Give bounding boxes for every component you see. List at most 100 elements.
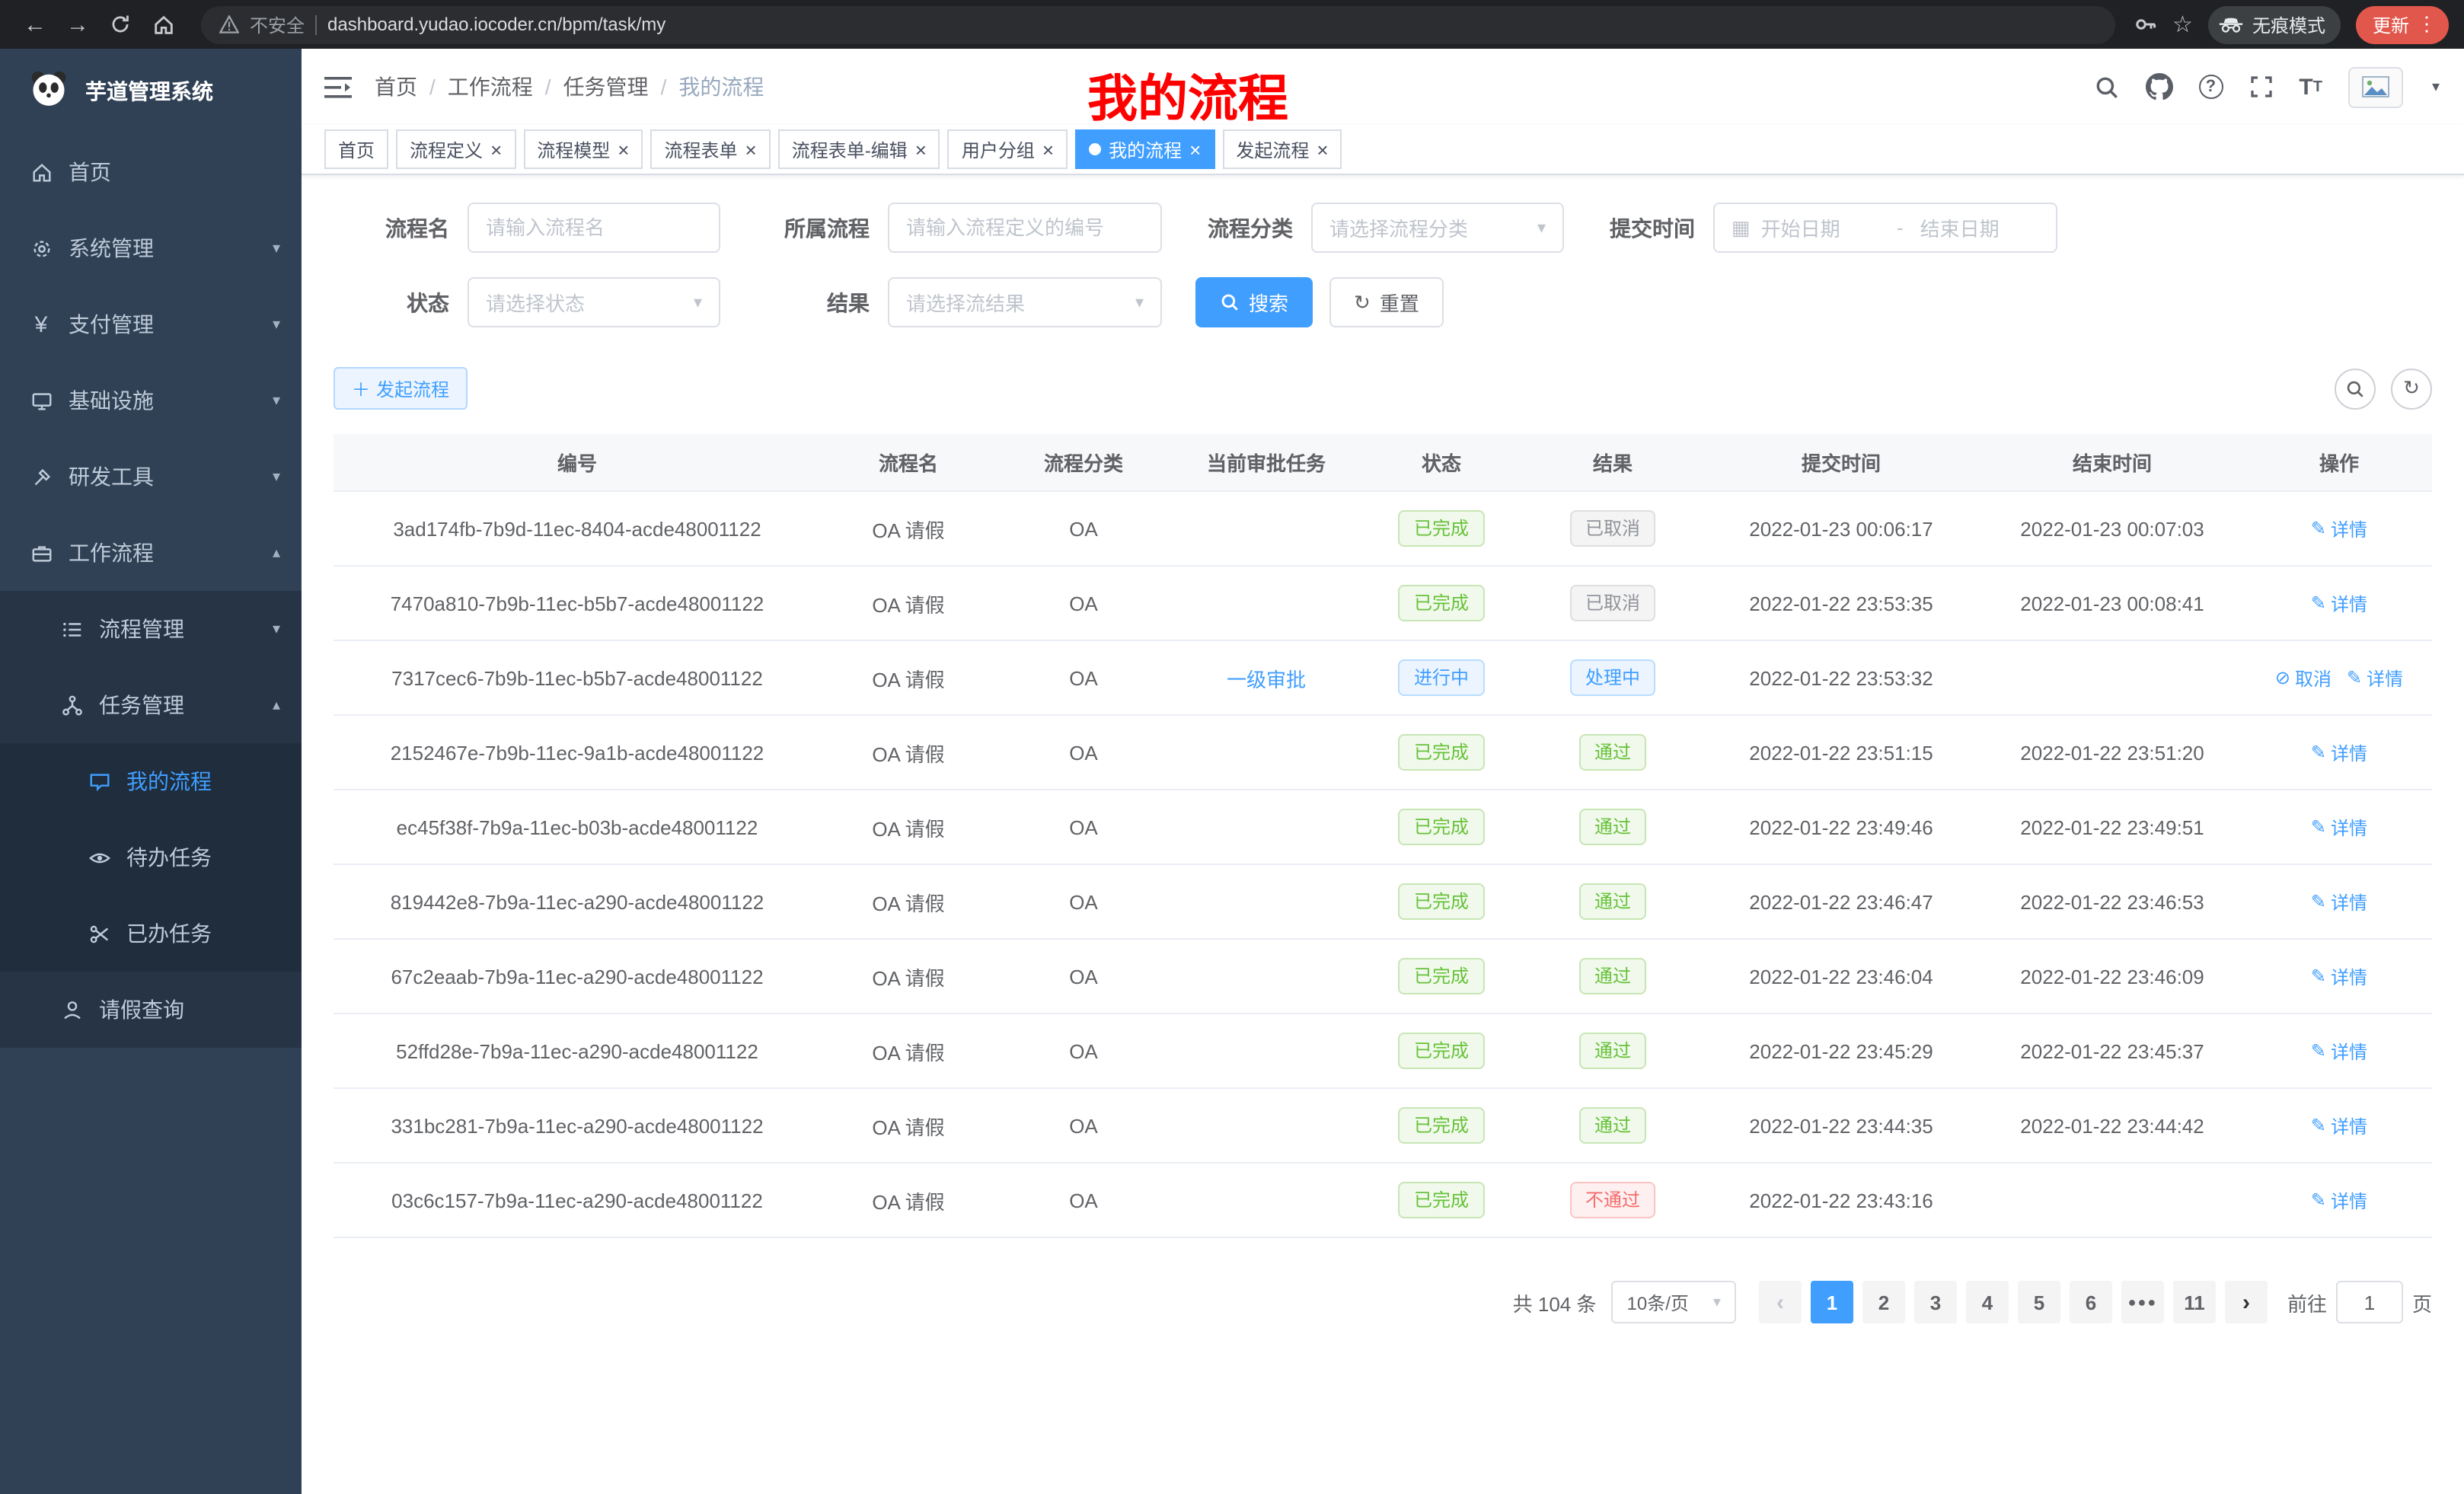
chat-icon bbox=[87, 769, 111, 793]
pager-page-11[interactable]: 11 bbox=[2173, 1281, 2216, 1323]
sidebar-item-done-tasks[interactable]: 已办任务 bbox=[0, 895, 302, 972]
sidebar-item-process-mgmt[interactable]: 流程管理 ▾ bbox=[0, 591, 302, 667]
fullscreen-icon[interactable] bbox=[2249, 75, 2273, 99]
app-logo[interactable]: 芋道管理系统 bbox=[0, 49, 302, 134]
create-process-button[interactable]: ＋ 发起流程 bbox=[334, 367, 468, 410]
tab[interactable]: 发起流程 × bbox=[1222, 129, 1342, 169]
forward-button[interactable]: → bbox=[58, 5, 97, 44]
row-result: 不通过 bbox=[1521, 1164, 1704, 1237]
pager-page-1[interactable]: 1 bbox=[1811, 1281, 1853, 1323]
tab-close-icon[interactable]: × bbox=[1042, 139, 1054, 159]
process-definition-input[interactable] bbox=[888, 203, 1162, 253]
goto-page-input[interactable] bbox=[2336, 1281, 2403, 1323]
prev-page-button[interactable]: ‹ bbox=[1759, 1281, 1802, 1323]
current-task-link[interactable]: 一级审批 bbox=[1227, 663, 1306, 692]
chevron-up-icon: ▴ bbox=[273, 544, 280, 561]
url-text[interactable]: dashboard.yudao.iocoder.cn/bpm/task/my bbox=[327, 14, 665, 35]
status-tag: 已完成 bbox=[1399, 1033, 1484, 1069]
security-label[interactable]: 不安全 bbox=[250, 11, 305, 37]
bookmark-star-icon[interactable]: ☆ bbox=[2172, 11, 2193, 38]
submit-time-range-picker[interactable]: ▦ 开始日期 - 结束日期 bbox=[1713, 203, 2057, 253]
help-icon[interactable]: ? bbox=[2198, 75, 2223, 99]
tab-close-icon[interactable]: × bbox=[1189, 139, 1201, 159]
sidebar-toggle-icon[interactable] bbox=[302, 75, 375, 98]
tab-close-icon[interactable]: × bbox=[915, 139, 927, 159]
app-title: 芋道管理系统 bbox=[85, 76, 213, 107]
tab[interactable]: 流程表单-编辑 × bbox=[778, 129, 940, 169]
sidebar-item-workflow[interactable]: 工作流程 ▴ bbox=[0, 515, 302, 591]
update-button[interactable]: 更新 ⋮ bbox=[2356, 5, 2449, 43]
page-size-select[interactable]: 10条/页 ▾ bbox=[1612, 1281, 1736, 1323]
reset-button[interactable]: ↻ 重置 bbox=[1329, 277, 1444, 327]
tab[interactable]: 首页 bbox=[324, 129, 388, 169]
sidebar-item-my-process[interactable]: 我的流程 bbox=[0, 743, 302, 819]
reload-button[interactable] bbox=[101, 5, 140, 44]
breadcrumb-home[interactable]: 首页 bbox=[375, 72, 417, 102]
detail-action-link[interactable]: ✎详情 bbox=[2311, 739, 2367, 765]
sidebar-item-infra[interactable]: 基础设施 ▾ bbox=[0, 362, 302, 439]
tab[interactable]: 我的流程 × bbox=[1075, 129, 1214, 169]
pager-page-5[interactable]: 5 bbox=[2018, 1281, 2060, 1323]
scissors-icon bbox=[87, 921, 111, 946]
tab[interactable]: 流程模型 × bbox=[523, 129, 643, 169]
tab[interactable]: 流程表单 × bbox=[650, 129, 770, 169]
row-submit-time: 2022-01-22 23:45:29 bbox=[1704, 1014, 1978, 1087]
detail-action-link[interactable]: ✎详情 bbox=[2311, 516, 2367, 541]
sidebar-item-leave-query[interactable]: 请假查询 bbox=[0, 972, 302, 1048]
detail-action-link[interactable]: ✎详情 bbox=[2311, 1187, 2367, 1213]
chevron-down-icon: ▾ bbox=[273, 468, 280, 485]
detail-action-link[interactable]: ✎详情 bbox=[2311, 814, 2367, 840]
breadcrumb-workflow[interactable]: 工作流程 bbox=[448, 72, 533, 102]
tab-close-icon[interactable]: × bbox=[490, 139, 502, 159]
detail-action-link[interactable]: ✎详情 bbox=[2311, 963, 2367, 989]
toggle-search-button[interactable] bbox=[2335, 368, 2376, 409]
result-select[interactable]: 请选择流结果 ▾ bbox=[888, 277, 1162, 327]
sidebar-item-devtools[interactable]: 研发工具 ▾ bbox=[0, 439, 302, 515]
cancel-action-link[interactable]: ⊘取消 bbox=[2275, 665, 2332, 691]
pager-page-2[interactable]: 2 bbox=[1862, 1281, 1905, 1323]
detail-action-link[interactable]: ✎详情 bbox=[2311, 1113, 2367, 1138]
breadcrumb-task-mgmt[interactable]: 任务管理 bbox=[563, 72, 649, 102]
next-page-button[interactable]: › bbox=[2225, 1281, 2268, 1323]
refresh-icon: ↻ bbox=[1354, 290, 1371, 314]
monitor-icon bbox=[29, 388, 53, 413]
user-menu-caret-icon[interactable]: ▾ bbox=[2432, 78, 2440, 95]
menu-kebab-icon[interactable]: ⋮ bbox=[2417, 12, 2437, 37]
tab[interactable]: 用户分组 × bbox=[948, 129, 1068, 169]
detail-action-link[interactable]: ✎详情 bbox=[2311, 590, 2367, 616]
github-icon[interactable] bbox=[2145, 73, 2172, 101]
edit-icon: ✎ bbox=[2311, 1189, 2326, 1211]
search-button[interactable]: 搜索 bbox=[1195, 277, 1313, 327]
sidebar-item-system[interactable]: 系统管理 ▾ bbox=[0, 210, 302, 286]
tab-close-icon[interactable]: × bbox=[745, 139, 757, 159]
pager-page-4[interactable]: 4 bbox=[1966, 1281, 2009, 1323]
pager-more[interactable]: ●●● bbox=[2121, 1281, 2164, 1323]
pager-page-6[interactable]: 6 bbox=[2070, 1281, 2112, 1323]
url-bar[interactable]: 不安全 dashboard.yudao.iocoder.cn/bpm/task/… bbox=[201, 5, 2115, 43]
home-button[interactable] bbox=[143, 5, 183, 44]
row-result: 处理中 bbox=[1521, 641, 1704, 714]
result-tag: 不通过 bbox=[1570, 1182, 1655, 1218]
detail-action-link[interactable]: ✎详情 bbox=[2311, 889, 2367, 915]
detail-action-link[interactable]: ✎详情 bbox=[2311, 1038, 2367, 1064]
tab[interactable]: 流程定义 × bbox=[396, 129, 515, 169]
avatar[interactable] bbox=[2348, 66, 2403, 107]
row-category: OA bbox=[996, 567, 1171, 640]
back-button[interactable]: ← bbox=[15, 5, 55, 44]
sidebar-item-payment[interactable]: ¥ 支付管理 ▾ bbox=[0, 286, 302, 362]
process-name-input[interactable] bbox=[468, 203, 720, 253]
category-select[interactable]: 请选择流程分类 ▾ bbox=[1311, 203, 1564, 253]
refresh-table-button[interactable]: ↻ bbox=[2391, 368, 2432, 409]
font-size-icon[interactable]: TT bbox=[2299, 74, 2322, 100]
tab-close-icon[interactable]: × bbox=[1317, 139, 1328, 159]
sidebar-item-task-mgmt[interactable]: 任务管理 ▴ bbox=[0, 667, 302, 743]
password-key-icon[interactable] bbox=[2133, 12, 2157, 37]
pager-page-3[interactable]: 3 bbox=[1914, 1281, 1957, 1323]
sidebar-item-todo-tasks[interactable]: 待办任务 bbox=[0, 819, 302, 895]
sidebar-item-home[interactable]: 首页 bbox=[0, 134, 302, 210]
tab-close-icon[interactable]: × bbox=[618, 139, 629, 159]
detail-action-link[interactable]: ✎详情 bbox=[2347, 665, 2403, 691]
search-icon[interactable] bbox=[2093, 74, 2119, 100]
status-select[interactable]: 请选择状态 ▾ bbox=[468, 277, 720, 327]
edit-icon: ✎ bbox=[2311, 592, 2326, 614]
